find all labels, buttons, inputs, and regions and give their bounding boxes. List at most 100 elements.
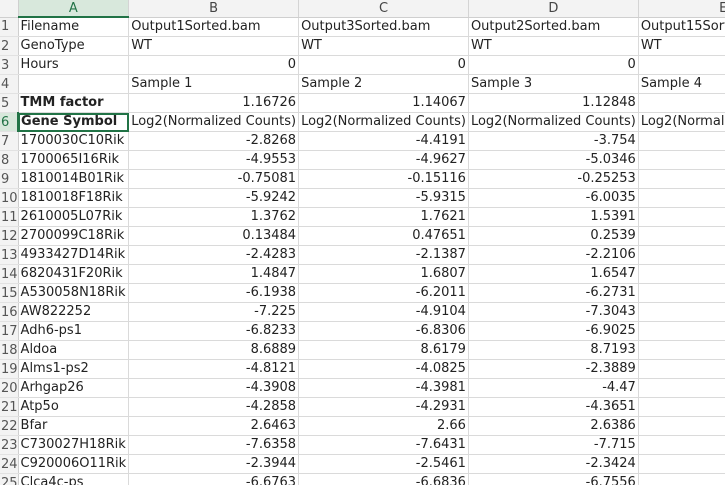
cell-d21[interactable]: -4.3651 xyxy=(468,397,639,417)
row-header[interactable]: 11 xyxy=(0,207,19,227)
cell-a23[interactable]: C730027H18Rik xyxy=(18,435,130,455)
cell-a21[interactable]: Atp5o xyxy=(18,397,130,417)
cell-b1[interactable]: Output1Sorted.bam xyxy=(128,17,300,37)
cell-e2[interactable]: WT xyxy=(638,36,725,56)
cell-c13[interactable]: -2.1387 xyxy=(298,245,469,265)
cell-d18[interactable]: 8.7193 xyxy=(468,340,639,360)
row-header[interactable]: 8 xyxy=(0,150,19,170)
cell-d12[interactable]: 0.2539 xyxy=(468,226,639,246)
cell-b8[interactable]: -4.9553 xyxy=(128,150,300,170)
cell-e13[interactable]: -2.8983 xyxy=(638,245,725,265)
row-header[interactable]: 24 xyxy=(0,454,19,474)
cell-a3[interactable]: Hours xyxy=(18,55,130,75)
cell-e25[interactable]: -6.9712 xyxy=(638,473,725,485)
cell-a14[interactable]: 6820431F20Rik xyxy=(18,264,130,284)
cell-c16[interactable]: -4.9104 xyxy=(298,302,469,322)
cell-c2[interactable]: WT xyxy=(298,36,469,56)
row-header[interactable]: 23 xyxy=(0,435,19,455)
cell-a2[interactable]: GenoType xyxy=(18,36,130,56)
cell-b5[interactable]: 1.16726 xyxy=(128,93,300,113)
cell-b20[interactable]: -4.3908 xyxy=(128,378,300,398)
cell-a12[interactable]: 2700099C18Rik xyxy=(18,226,130,246)
cell-c22[interactable]: 2.66 xyxy=(298,416,469,436)
row-header[interactable]: 9 xyxy=(0,169,19,189)
cell-e24[interactable]: -0.8528 xyxy=(638,454,725,474)
cell-c1[interactable]: Output3Sorted.bam xyxy=(298,17,469,37)
row-header[interactable]: 12 xyxy=(0,226,19,246)
cell-e10[interactable]: -6.2191 xyxy=(638,188,725,208)
row-header[interactable]: 16 xyxy=(0,302,19,322)
row-header[interactable]: 7 xyxy=(0,131,19,151)
cell-d23[interactable]: -7.715 xyxy=(468,435,639,455)
cell-c8[interactable]: -4.9627 xyxy=(298,150,469,170)
select-all-corner[interactable] xyxy=(0,0,19,18)
cell-e1[interactable]: Output15Sorted.bam xyxy=(638,17,725,37)
cell-b19[interactable]: -4.8121 xyxy=(128,359,300,379)
cell-b3[interactable]: 0 xyxy=(128,55,300,75)
cell-e15[interactable]: -6.4887 xyxy=(638,283,725,303)
cell-c9[interactable]: -0.15116 xyxy=(298,169,469,189)
cell-a10[interactable]: 1810018F18Rik xyxy=(18,188,130,208)
cell-a15[interactable]: A530058N18Rik xyxy=(18,283,130,303)
cell-d11[interactable]: 1.5391 xyxy=(468,207,639,227)
cell-e17[interactable]: -7.1181 xyxy=(638,321,725,341)
cell-d13[interactable]: -2.2106 xyxy=(468,245,639,265)
cell-e12[interactable]: 0.8015 xyxy=(638,226,725,246)
cell-a17[interactable]: Adh6-ps1 xyxy=(18,321,130,341)
cell-e3[interactable]: 24 xyxy=(638,55,725,75)
cell-a1[interactable]: Filename xyxy=(18,17,130,37)
cell-d25[interactable]: -6.7556 xyxy=(468,473,639,485)
cell-a24[interactable]: C920006O11Rik xyxy=(18,454,130,474)
row-header[interactable]: 5 xyxy=(0,93,19,113)
row-header[interactable]: 18 xyxy=(0,340,19,360)
cell-b13[interactable]: -2.4283 xyxy=(128,245,300,265)
cell-a8[interactable]: 1700065I16Rik xyxy=(18,150,130,170)
cell-a20[interactable]: Arhgap26 xyxy=(18,378,130,398)
cell-d10[interactable]: -6.0035 xyxy=(468,188,639,208)
cell-b6[interactable]: Log2(Normalized Counts) xyxy=(128,112,300,132)
cell-c23[interactable]: -7.6431 xyxy=(298,435,469,455)
cell-b14[interactable]: 1.4847 xyxy=(128,264,300,284)
cell-d19[interactable]: -2.3889 xyxy=(468,359,639,379)
column-header-e[interactable]: E xyxy=(638,0,725,18)
cell-d15[interactable]: -6.2731 xyxy=(468,283,639,303)
row-header[interactable]: 20 xyxy=(0,378,19,398)
cell-d8[interactable]: -5.0346 xyxy=(468,150,639,170)
cell-a16[interactable]: AW822252 xyxy=(18,302,130,322)
row-header[interactable]: 17 xyxy=(0,321,19,341)
cell-d20[interactable]: -4.47 xyxy=(468,378,639,398)
cell-c12[interactable]: 0.47651 xyxy=(298,226,469,246)
cell-b2[interactable]: WT xyxy=(128,36,300,56)
row-header[interactable]: 25 xyxy=(0,473,19,485)
cell-c24[interactable]: -2.5461 xyxy=(298,454,469,474)
row-header[interactable]: 4 xyxy=(0,74,19,94)
cell-d6[interactable]: Log2(Normalized Counts) xyxy=(468,112,639,132)
cell-e9[interactable]: 0.22658 xyxy=(638,169,725,189)
cell-b23[interactable]: -7.6358 xyxy=(128,435,300,455)
row-header[interactable]: 3 xyxy=(0,55,19,75)
cell-c18[interactable]: 8.6179 xyxy=(298,340,469,360)
cell-b25[interactable]: -6.6763 xyxy=(128,473,300,485)
cell-a9[interactable]: 1810014B01Rik xyxy=(18,169,130,189)
cell-d4[interactable]: Sample 3 xyxy=(468,74,639,94)
cell-c7[interactable]: -4.4191 xyxy=(298,131,469,151)
cell-a22[interactable]: Bfar xyxy=(18,416,130,436)
cell-a19[interactable]: Alms1-ps2 xyxy=(18,359,130,379)
cell-e22[interactable]: 2.5463 xyxy=(638,416,725,436)
cell-d22[interactable]: 2.6386 xyxy=(468,416,639,436)
cell-c15[interactable]: -6.2011 xyxy=(298,283,469,303)
cell-a18[interactable]: Aldoa xyxy=(18,340,130,360)
cell-c20[interactable]: -4.3981 xyxy=(298,378,469,398)
column-header-a[interactable]: A xyxy=(18,0,130,18)
cell-b17[interactable]: -6.8233 xyxy=(128,321,300,341)
row-header[interactable]: 13 xyxy=(0,245,19,265)
cell-b21[interactable]: -4.2858 xyxy=(128,397,300,417)
cell-a5[interactable]: TMM factor xyxy=(18,93,130,113)
cell-d5[interactable]: 1.12848 xyxy=(468,93,639,113)
cell-b7[interactable]: -2.8268 xyxy=(128,131,300,151)
cell-c6[interactable]: Log2(Normalized Counts) xyxy=(298,112,469,132)
row-header[interactable]: 10 xyxy=(0,188,19,208)
cell-e14[interactable]: 1.4588 xyxy=(638,264,725,284)
cell-b24[interactable]: -2.3944 xyxy=(128,454,300,474)
cell-c14[interactable]: 1.6807 xyxy=(298,264,469,284)
